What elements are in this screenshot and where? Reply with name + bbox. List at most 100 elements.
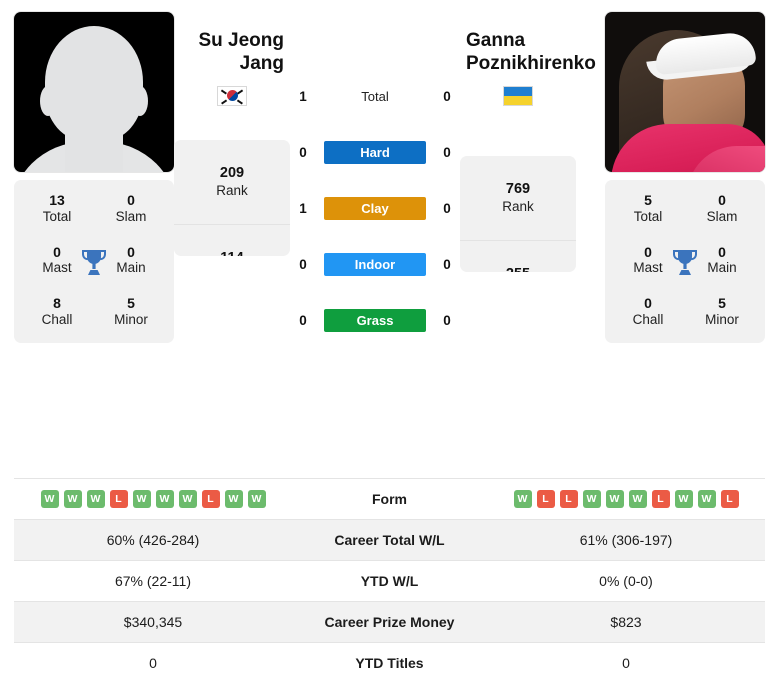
h2h-clay-left-score: 1	[299, 200, 307, 216]
flag-taeguk-circle	[226, 90, 238, 102]
row-label-career-total-wl: Career Total W/L	[334, 532, 445, 548]
left-title-chall-value: 8	[53, 295, 61, 312]
left-title-total-label: Total	[42, 208, 72, 224]
left-form-badge-6: W	[178, 490, 197, 508]
left-title-total: 13 Total	[20, 192, 94, 226]
flag-trigram-4	[237, 99, 243, 104]
ytd-titles-left: 0	[149, 655, 157, 672]
right-stat-rank-label: Rank	[502, 199, 534, 215]
h2h-grass-left-score: 0	[299, 312, 307, 328]
left-form-strip: WWWLWWWLWW	[15, 490, 291, 508]
right-title-slam: 0 Slam	[685, 192, 759, 226]
table-row-career-total-wl: 60% (426-284) Career Total W/L 61% (306-…	[14, 519, 765, 561]
right-title-chall: 0 Chall	[611, 295, 685, 329]
trophy-icon	[673, 249, 697, 275]
right-player-name-line1: Ganna	[466, 30, 526, 51]
left-form-badge-7: L	[201, 490, 220, 508]
surface-badge-indoor[interactable]: Indoor	[324, 252, 426, 276]
right-player-identity: Ganna Poznikhirenko 769 Rank 255 High 30…	[460, 12, 596, 272]
left-title-slam-value: 0	[127, 192, 135, 208]
left-player-name-block: Su Jeong Jang	[174, 12, 290, 128]
left-player-panel: Su Jeong Jang 13 Total 0 Slam 0 Mast 0	[14, 12, 174, 344]
left-stat-high: 114 High	[174, 225, 290, 256]
avatar-head-shape	[45, 26, 143, 142]
left-title-slam: 0 Slam	[94, 192, 168, 226]
player-comparison-header: Su Jeong Jang 13 Total 0 Slam 0 Mast 0	[0, 0, 779, 478]
left-title-slam-label: Slam	[115, 208, 147, 224]
left-player-photo-card[interactable]: Su Jeong Jang	[14, 12, 174, 172]
right-title-total-label: Total	[633, 208, 663, 224]
right-title-minor: 5 Minor	[685, 295, 759, 329]
left-player-identity: Su Jeong Jang 209 Rank 114 High 29	[174, 12, 290, 256]
h2h-total-left-score: 1	[299, 88, 307, 104]
left-title-total-value: 13	[49, 192, 65, 208]
flag-trigram-2	[221, 99, 227, 104]
left-form-badge-0: W	[40, 490, 59, 508]
row-label-form: Form	[372, 491, 407, 507]
right-stat-high-value: 255	[506, 265, 530, 272]
ukraine-flag-icon	[503, 85, 533, 106]
right-stat-high: 255 High	[460, 241, 576, 272]
h2h-total-right-score: 0	[443, 88, 451, 104]
h2h-hard-right-score: 0	[443, 144, 451, 160]
table-row-ytd-wl: 67% (22-11) YTD W/L 0% (0-0)	[14, 560, 765, 602]
h2h-row-grass: 0 Grass 0	[290, 292, 460, 348]
ytd-wl-right: 0% (0-0)	[599, 573, 653, 589]
left-form-badge-1: W	[63, 490, 82, 508]
right-form-badge-9: L	[720, 490, 739, 508]
left-stat-high-value: 114	[220, 249, 243, 256]
surface-badge-clay[interactable]: Clay	[324, 196, 426, 220]
right-form-badge-3: W	[582, 490, 601, 508]
left-title-chall-label: Chall	[41, 312, 73, 328]
left-player-avatar-image	[14, 12, 174, 172]
left-title-minor: 5 Minor	[94, 295, 168, 329]
left-title-minor-label: Minor	[114, 312, 148, 328]
row-label-career-prize-money: Career Prize Money	[324, 614, 455, 630]
h2h-row-clay: 1 Clay 0	[290, 180, 460, 236]
left-form-badge-2: W	[86, 490, 105, 508]
right-player-name-block: Ganna Poznikhirenko	[460, 12, 596, 128]
left-player-stat-card: 209 Rank 114 High 29 Age R Plays	[174, 140, 290, 256]
left-stat-rank: 209 Rank	[174, 140, 290, 225]
right-form-badge-5: W	[628, 490, 647, 508]
table-row-career-prize-money: $340,345 Career Prize Money $823	[14, 601, 765, 643]
career-total-wl-left: 60% (426-284)	[106, 532, 200, 548]
left-stat-rank-value: 209	[219, 165, 245, 182]
flag-trigram-1	[221, 89, 227, 94]
right-player-photo-card[interactable]: Ganna Poznikhirenko	[605, 12, 765, 172]
career-total-wl-right: 61% (306-197)	[579, 532, 673, 548]
left-player-name-line2: Jang	[239, 52, 284, 74]
left-form-badge-4: W	[132, 490, 151, 508]
left-title-chall: 8 Chall	[20, 295, 94, 329]
right-title-chall-label: Chall	[632, 312, 664, 328]
ytd-wl-left: 67% (22-11)	[114, 573, 191, 589]
left-player-name: Su Jeong Jang	[174, 30, 290, 76]
right-form-badge-1: L	[536, 490, 555, 508]
right-stat-rank: 769 Rank	[460, 156, 576, 241]
right-title-minor-label: Minor	[705, 312, 739, 328]
ytd-titles-right: 0	[622, 655, 630, 672]
h2h-row-indoor: 0 Indoor 0	[290, 236, 460, 292]
surface-badge-grass[interactable]: Grass	[324, 308, 426, 332]
right-form-badge-4: W	[605, 490, 624, 508]
right-stat-rank-value: 769	[505, 181, 531, 198]
right-form-strip: WLLWWWLWWL	[488, 490, 764, 508]
right-player-titles-box: 5 Total 0 Slam 0 Mast 0 Main 0 Chall 5 M…	[605, 180, 765, 344]
left-form-badge-3: L	[109, 490, 128, 508]
h2h-indoor-left-score: 0	[299, 256, 307, 272]
south-korea-flag-icon	[217, 85, 247, 106]
right-player-panel: Ganna Poznikhirenko 5 Total 0 Slam 0 Mas…	[605, 12, 765, 344]
right-form-badge-7: W	[674, 490, 693, 508]
h2h-hard-left-score: 0	[299, 144, 307, 160]
comparison-stats-table: WWWLWWWLWW Form WLLWWWLWWL 60% (426-284)…	[14, 478, 765, 684]
right-form-badge-0: W	[513, 490, 532, 508]
h2h-clay-right-score: 0	[443, 200, 451, 216]
career-prize-money-left: $340,345	[123, 614, 183, 630]
surface-badge-hard[interactable]: Hard	[324, 140, 426, 164]
left-form-badge-8: W	[224, 490, 243, 508]
right-form-badge-8: W	[697, 490, 716, 508]
left-player-name-line1: Su Jeong	[198, 30, 284, 51]
head-to-head-column: 1 Total 0 0 Hard 0 1 Clay 0 0 Indoor 0 0…	[290, 12, 460, 348]
row-label-ytd-titles: YTD Titles	[355, 655, 424, 672]
right-player-name-line2: Poznikhirenko	[466, 52, 596, 74]
